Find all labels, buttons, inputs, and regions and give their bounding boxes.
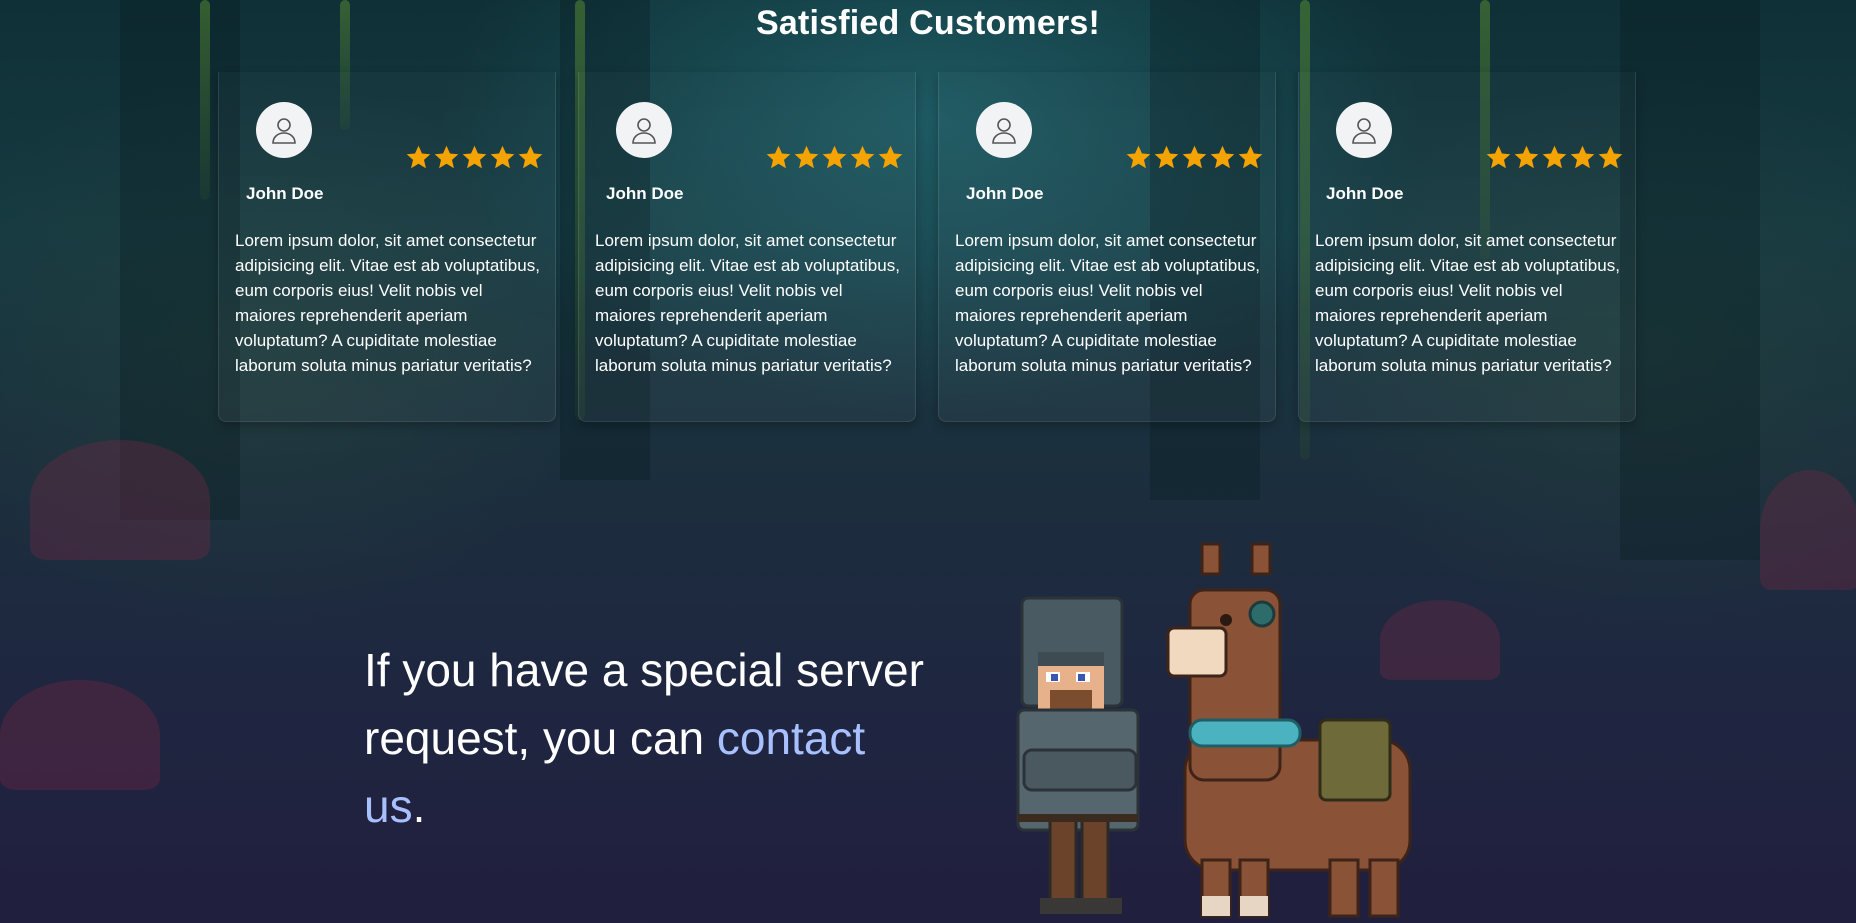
- testimonial-card: John Doe Lorem ipsum dolor, sit amet con…: [578, 72, 916, 422]
- star-icon: [434, 145, 459, 169]
- llama-figure: [1166, 542, 1412, 918]
- star-icon: [1154, 145, 1179, 169]
- star-icon: [766, 145, 791, 169]
- star-rating: [1485, 144, 1624, 171]
- review-text: Lorem ipsum dolor, sit amet consectetur …: [595, 231, 900, 375]
- avatar: [976, 102, 1032, 158]
- review-text: Lorem ipsum dolor, sit amet consectetur …: [235, 231, 540, 375]
- star-icon: [406, 145, 431, 169]
- star-icon: [850, 145, 875, 169]
- section-title: Satisfied Customers!: [755, 4, 1101, 42]
- contact-cta: If you have a special server request, yo…: [364, 636, 924, 840]
- reviewer-name: John Doe: [966, 184, 1044, 203]
- character-illustration: [1016, 542, 1412, 918]
- testimonial-card: John Doe Lorem ipsum dolor, sit amet con…: [1298, 72, 1636, 422]
- star-icon: [878, 145, 903, 169]
- testimonial-list: John Doe Lorem ipsum dolor, sit amet con…: [218, 72, 1638, 424]
- avatar: [616, 102, 672, 158]
- reviewer-name: John Doe: [606, 184, 684, 203]
- star-rating: [405, 144, 544, 171]
- star-icon: [1238, 145, 1263, 169]
- star-icon: [822, 145, 847, 169]
- review-text: Lorem ipsum dolor, sit amet consectetur …: [955, 231, 1260, 375]
- user-icon: [632, 118, 656, 144]
- star-icon: [1210, 145, 1235, 169]
- reviewer-name: John Doe: [246, 184, 324, 203]
- user-icon: [1352, 118, 1376, 144]
- star-rating: [765, 144, 904, 171]
- star-icon: [1514, 145, 1539, 169]
- star-icon: [1598, 145, 1623, 169]
- review-text: Lorem ipsum dolor, sit amet consectetur …: [1315, 231, 1620, 375]
- star-icon: [1126, 145, 1151, 169]
- testimonial-card: John Doe Lorem ipsum dolor, sit amet con…: [218, 72, 556, 422]
- star-rating: [1125, 144, 1264, 171]
- adventurer-figure: [1016, 596, 1140, 914]
- star-icon: [518, 145, 543, 169]
- user-icon: [992, 118, 1016, 144]
- user-icon: [272, 118, 296, 144]
- star-icon: [1542, 145, 1567, 169]
- cta-period: .: [412, 780, 426, 832]
- star-icon: [1182, 145, 1207, 169]
- star-icon: [490, 145, 515, 169]
- star-icon: [1486, 145, 1511, 169]
- avatar: [256, 102, 312, 158]
- star-icon: [1570, 145, 1595, 169]
- reviewer-name: John Doe: [1326, 184, 1404, 203]
- testimonial-card: John Doe Lorem ipsum dolor, sit amet con…: [938, 72, 1276, 422]
- star-icon: [794, 145, 819, 169]
- star-icon: [462, 145, 487, 169]
- avatar: [1336, 102, 1392, 158]
